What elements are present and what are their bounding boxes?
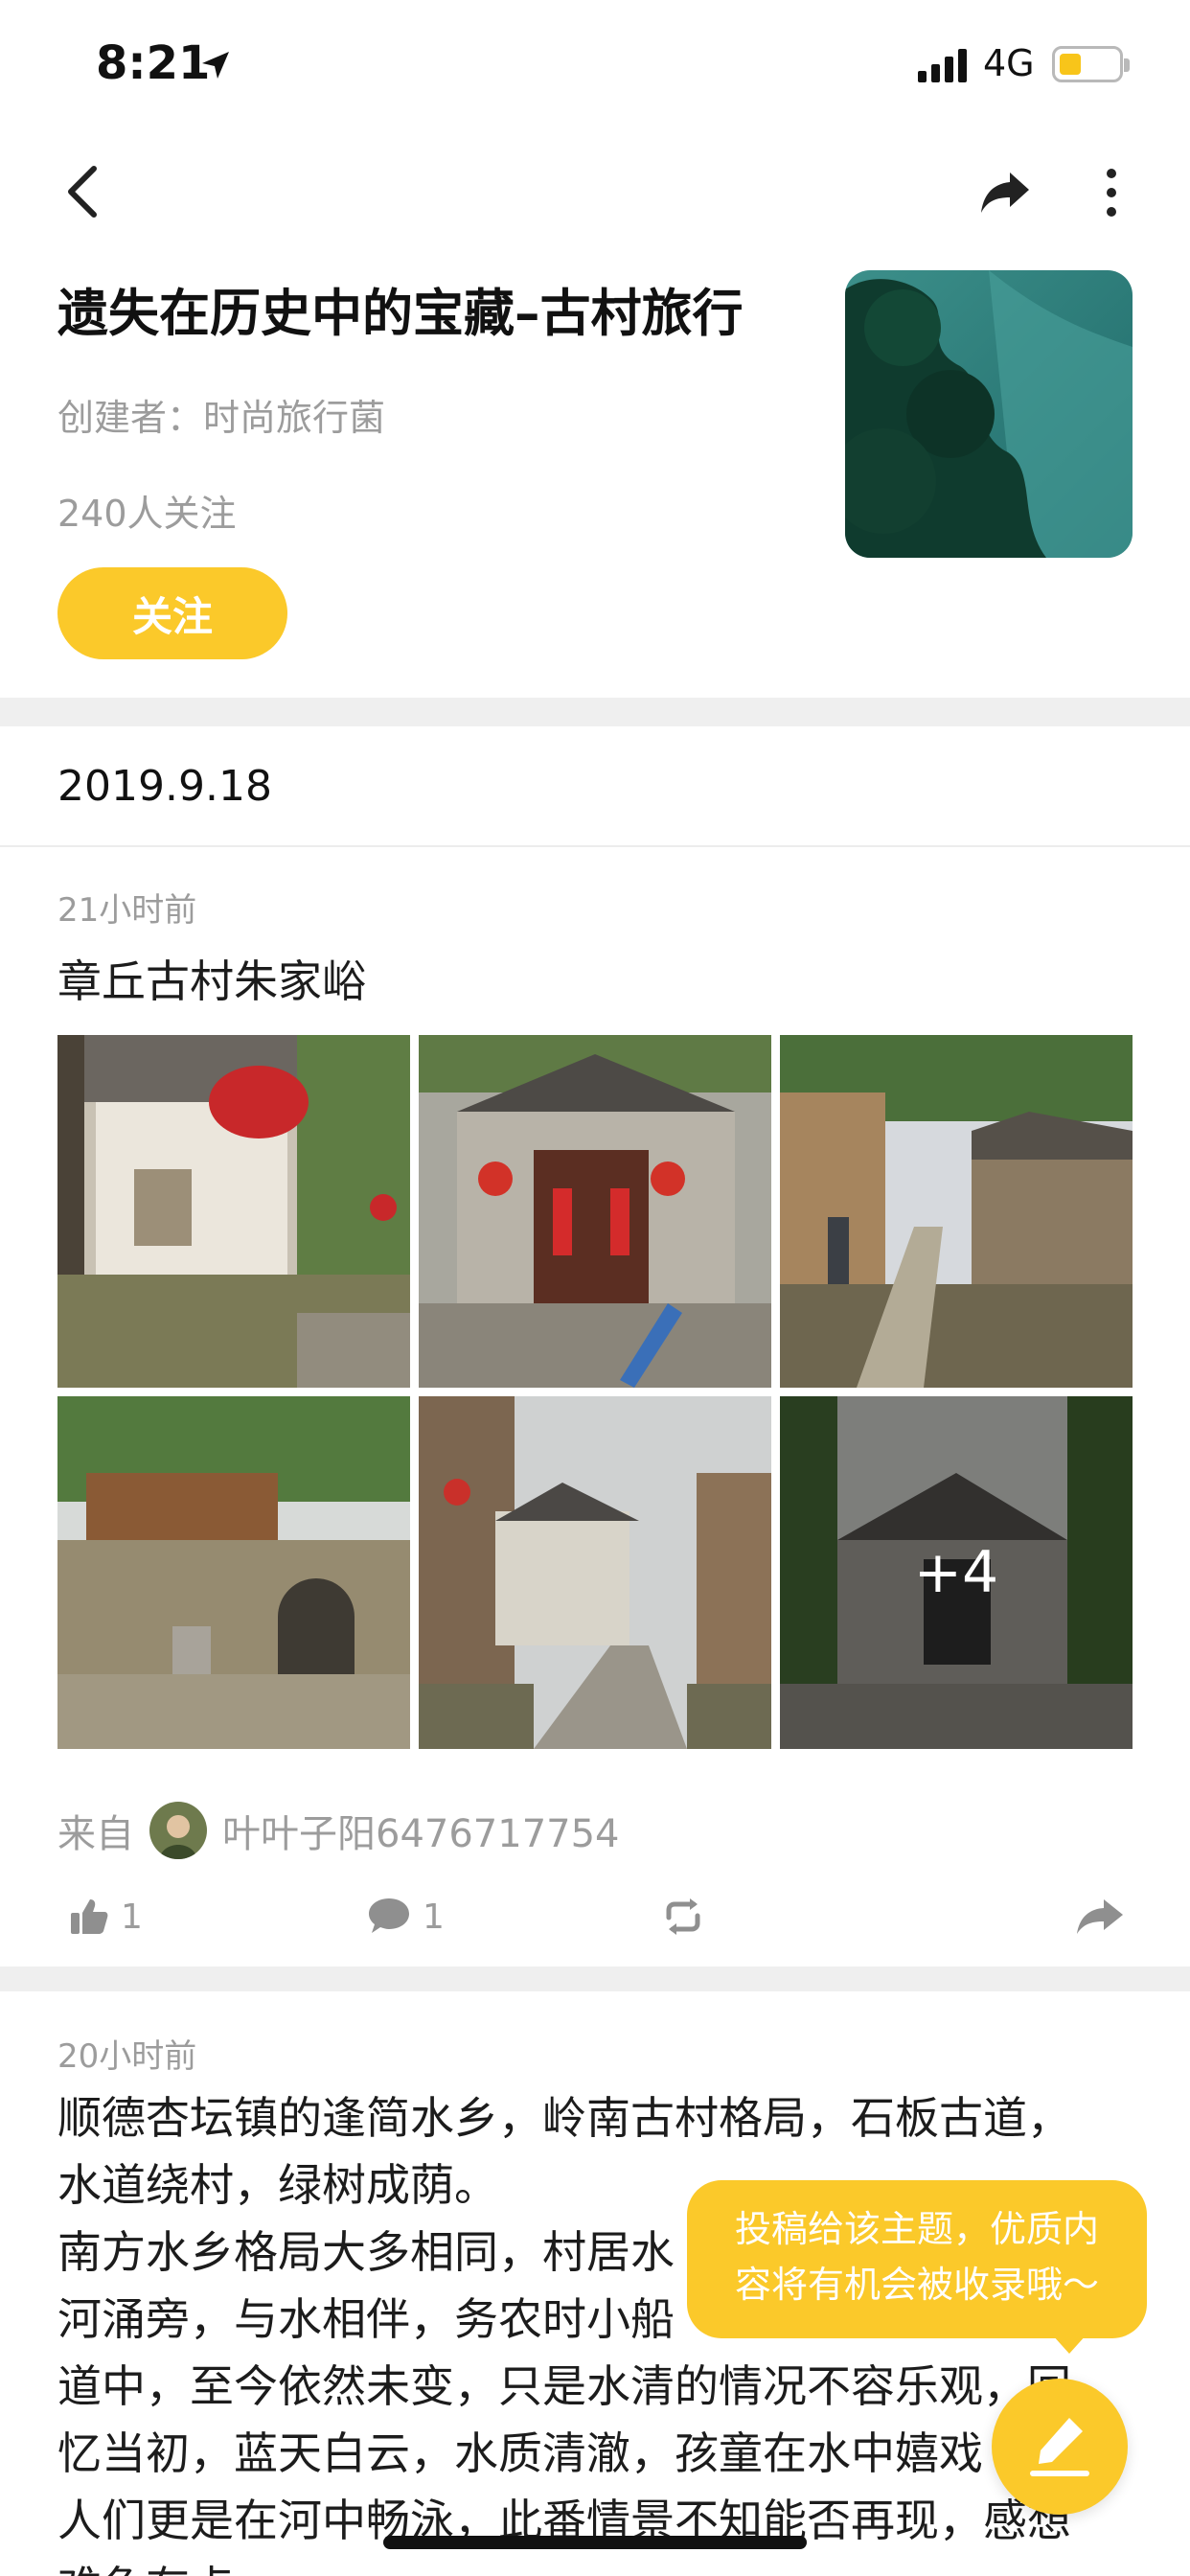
divider bbox=[0, 845, 1190, 847]
post-share-button[interactable] bbox=[1075, 1883, 1125, 1950]
comment-count: 1 bbox=[423, 1897, 445, 1937]
more-button[interactable] bbox=[1092, 163, 1131, 222]
post-source: 来自 叶叶子阳6476717754 bbox=[57, 1800, 620, 1861]
edit-pen-icon bbox=[1030, 2418, 1089, 2476]
post-time-ago: 20小时前 bbox=[57, 2037, 197, 2076]
more-photos-count: +4 bbox=[780, 1396, 1133, 1749]
topic-creator[interactable]: 创建者：时尚旅行菌 bbox=[57, 388, 385, 441]
back-button[interactable] bbox=[54, 158, 111, 225]
share-icon bbox=[981, 172, 1029, 213]
battery-nub bbox=[1124, 58, 1130, 72]
post-actions: 1 1 bbox=[0, 1883, 1190, 1950]
post-body-line: 难免有点 bbox=[57, 2554, 1133, 2576]
battery-fill bbox=[1060, 54, 1081, 75]
tooltip-tail bbox=[1052, 2334, 1087, 2354]
photo-thumbnail[interactable] bbox=[780, 1035, 1133, 1388]
post-body-line: 道中，至今依然未变，只是水清的情况不容乐观，回 bbox=[57, 2360, 1071, 2412]
more-vertical-icon bbox=[1107, 169, 1116, 217]
photo-thumbnail[interactable] bbox=[419, 1396, 771, 1749]
post-body-line: 忆当初，蓝天白云，水质清澈，孩童在水中嬉戏 bbox=[57, 2427, 983, 2479]
follow-button[interactable]: 关注 bbox=[57, 567, 287, 659]
battery-icon bbox=[1052, 46, 1130, 82]
signal-icon bbox=[918, 49, 967, 82]
like-count: 1 bbox=[121, 1897, 143, 1937]
home-indicator[interactable] bbox=[383, 2536, 807, 2549]
topic-title: 遗失在历史中的宝藏–古村旅行 bbox=[57, 285, 744, 343]
photo-thumbnail[interactable] bbox=[57, 1035, 410, 1388]
compose-button[interactable] bbox=[992, 2379, 1128, 2515]
status-bar: 8:21 4G bbox=[0, 0, 1190, 129]
screen: 8:21 4G 遗失在历史中的宝藏–古村旅行 创建者：时尚旅行菌 240人关注 … bbox=[0, 0, 1190, 2576]
photo-thumbnail[interactable] bbox=[57, 1396, 410, 1749]
topic-cover-image bbox=[845, 270, 1133, 558]
post-title[interactable]: 章丘古村朱家峪 bbox=[57, 947, 366, 1010]
follower-count: 240人关注 bbox=[57, 493, 237, 535]
photo-thumbnail[interactable] bbox=[419, 1035, 771, 1388]
tooltip-line: 容将有机会被收录哦～ bbox=[734, 2264, 1099, 2306]
section-separator bbox=[0, 1966, 1190, 1991]
post-body-line: 顺德杏坛镇的逢简水乡，岭南古村格局，石板古道， bbox=[57, 2092, 1071, 2144]
photo-thumbnail-more[interactable]: +4 bbox=[780, 1396, 1133, 1749]
author-name[interactable]: 叶叶子阳6476717754 bbox=[222, 1803, 620, 1858]
photo-grid: +4 bbox=[57, 1035, 1133, 1749]
contribute-tooltip: 投稿给该主题，优质内 容将有机会被收录哦～ bbox=[687, 2180, 1147, 2338]
location-arrow-icon bbox=[202, 52, 229, 79]
comment-button[interactable]: 1 bbox=[367, 1883, 445, 1950]
back-chevron-icon bbox=[68, 166, 97, 218]
share-icon bbox=[1077, 1899, 1123, 1934]
date-group-label: 2019.9.18 bbox=[57, 762, 272, 811]
share-button[interactable] bbox=[975, 163, 1035, 222]
section-separator bbox=[0, 698, 1190, 726]
repost-icon bbox=[666, 1898, 700, 1935]
source-label: 来自 bbox=[57, 1812, 134, 1856]
avatar[interactable] bbox=[149, 1802, 207, 1859]
tooltip-line: 投稿给该主题，优质内 bbox=[734, 2208, 1099, 2250]
status-time: 8:21 bbox=[96, 36, 211, 90]
thumbs-up-icon bbox=[71, 1899, 108, 1934]
network-type: 4G bbox=[983, 42, 1035, 84]
like-button[interactable]: 1 bbox=[69, 1883, 143, 1950]
post-time-ago: 21小时前 bbox=[57, 891, 197, 930]
comment-icon bbox=[369, 1898, 409, 1933]
repost-button[interactable] bbox=[661, 1883, 705, 1950]
